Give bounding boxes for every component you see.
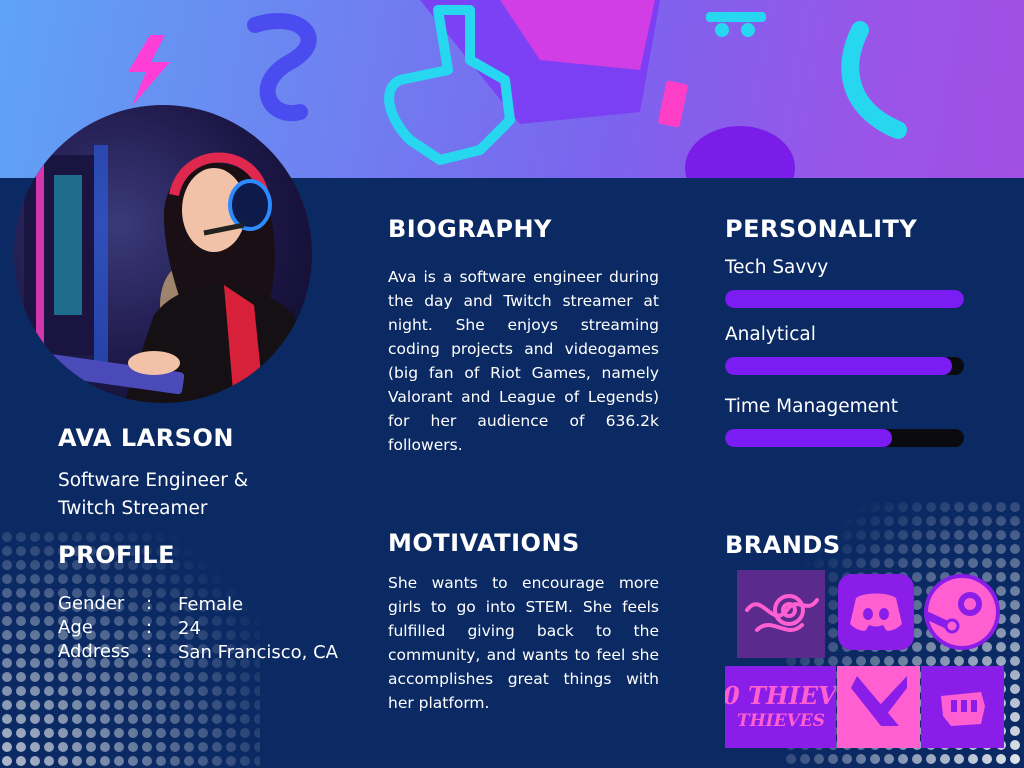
profile-label: Address: [58, 641, 130, 662]
trait-bar-time-management: [725, 429, 964, 447]
riot-games-logo-icon: [921, 666, 1004, 748]
discord-logo-icon: [838, 574, 914, 650]
streamer-illustration: [24, 145, 312, 403]
svg-text:THIEVES: THIEVES: [737, 711, 825, 731]
squiggle-shape: [247, 13, 317, 122]
trait-bar-fill: [725, 290, 964, 308]
lightning-bolt-shape: [128, 35, 170, 106]
brand-100-text: 100 THIEVES: [725, 681, 836, 710]
valorant-logo-icon: [837, 666, 920, 748]
motivations-text: She wants to encourage more girls to go …: [388, 574, 659, 712]
motivations-heading: MOTIVATIONS: [388, 529, 580, 557]
trait-bar-tech-savvy: [725, 290, 964, 308]
profile-label: Age: [58, 617, 93, 638]
trait-label-time-management: Time Management: [725, 396, 899, 417]
bar-shape: [706, 12, 766, 22]
profile-value: San Francisco, CA: [178, 642, 338, 663]
profile-photo: [14, 105, 312, 403]
profile-label: Gender: [58, 593, 125, 614]
razer-logo-icon: [737, 570, 825, 658]
trait-label-analytical: Analytical: [725, 324, 816, 345]
profile-value: 24: [178, 618, 201, 639]
arc-shape: [841, 21, 907, 139]
trait-bar-fill: [725, 357, 953, 375]
role-line-2: Twitch Streamer: [58, 498, 208, 519]
brands-heading: BRANDS: [725, 531, 841, 559]
biography-heading: BIOGRAPHY: [388, 215, 552, 243]
sphere-shape: [685, 126, 795, 178]
role-line-1: Software Engineer &: [58, 470, 249, 491]
person-role: Software Engineer & Twitch Streamer: [58, 467, 318, 523]
trait-bar-analytical: [725, 357, 964, 375]
steam-logo-icon: [924, 574, 1000, 650]
biography-text: Ava is a software engineer during the da…: [388, 268, 659, 454]
trait-bar-fill: [725, 429, 893, 447]
personality-heading: PERSONALITY: [725, 215, 918, 243]
profile-heading: PROFILE: [58, 541, 175, 569]
trait-label-tech-savvy: Tech Savvy: [725, 257, 829, 278]
100-thieves-logo-icon: 100 THIEVES THIEVES: [725, 666, 836, 748]
profile-colon: :: [146, 641, 153, 662]
person-name: AVA LARSON: [58, 424, 234, 452]
pill-shape: [658, 80, 688, 128]
profile-colon: :: [146, 593, 153, 614]
profile-colon: :: [146, 617, 153, 638]
profile-value: Female: [178, 594, 244, 615]
